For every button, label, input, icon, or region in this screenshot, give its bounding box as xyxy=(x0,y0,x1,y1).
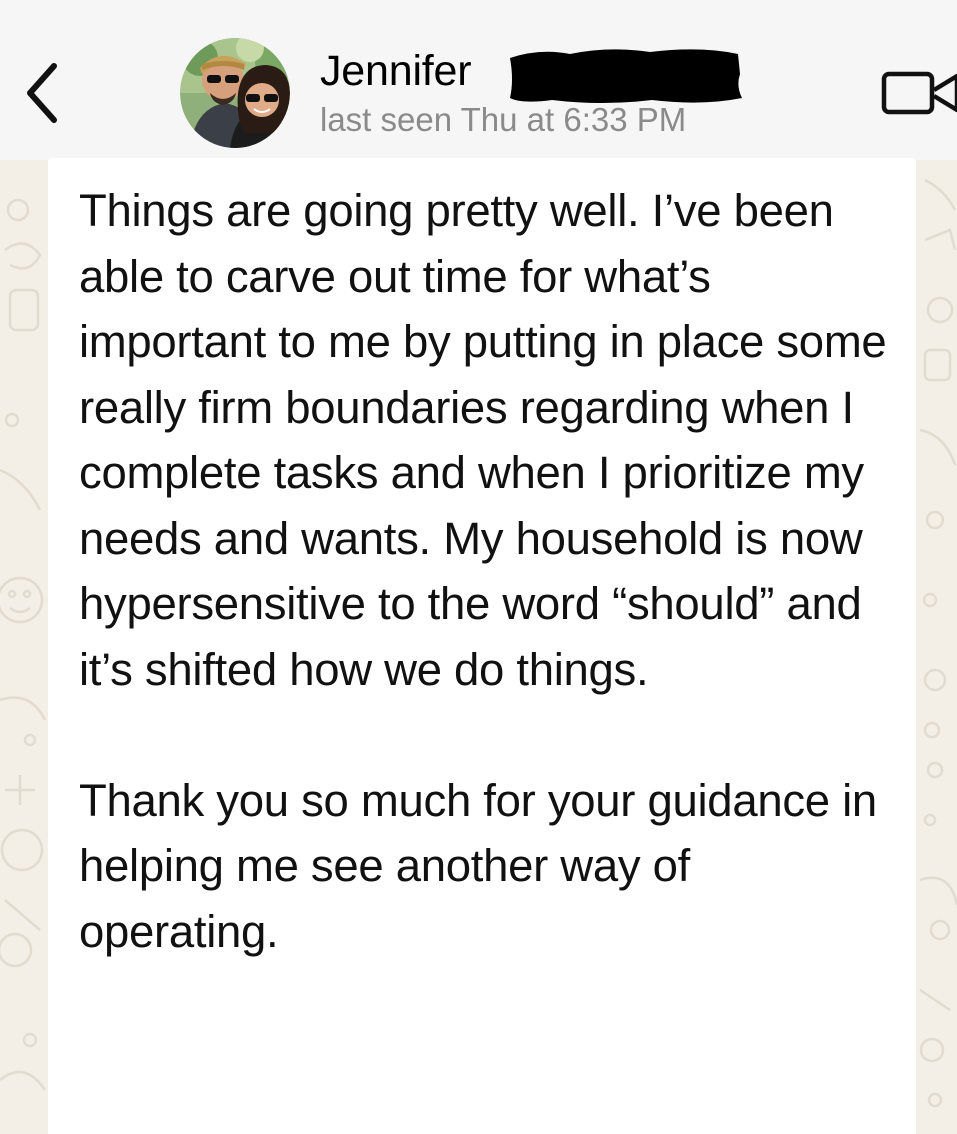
last-seen-status: last seen Thu at 6:33 PM xyxy=(320,101,687,138)
message-bubble[interactable]: Things are going pretty well. I’ve been … xyxy=(48,158,916,1134)
back-button[interactable] xyxy=(18,58,68,128)
redaction-mark xyxy=(510,49,742,103)
chat-header: Jennifer last seen Thu at 6:33 PM xyxy=(0,0,957,160)
message-text-paragraph-1: Things are going pretty well. I’ve been … xyxy=(79,185,887,695)
avatar[interactable] xyxy=(180,38,290,148)
chevron-left-icon xyxy=(27,63,57,123)
video-call-button[interactable] xyxy=(880,68,957,118)
video-camera-icon xyxy=(881,71,957,115)
avatar-photo xyxy=(180,38,290,148)
contact-name[interactable]: Jennifer xyxy=(320,47,472,96)
message-text-paragraph-2: Thank you so much for your guidance in h… xyxy=(79,774,877,957)
